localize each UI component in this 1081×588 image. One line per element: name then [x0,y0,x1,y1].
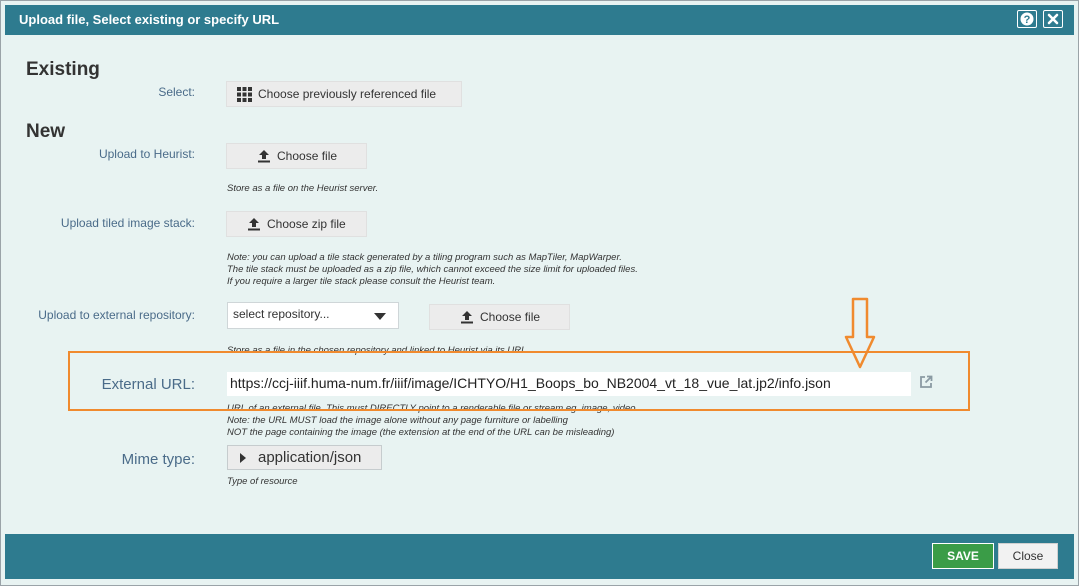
tiled-note-1: Note: you can upload a tile stack genera… [227,252,622,263]
repository-select[interactable]: select repository... [227,302,399,329]
dialog-footer: SAVE Close [5,534,1074,579]
choose-file-external-button[interactable]: Choose file [429,304,570,330]
save-button[interactable]: SAVE [932,543,994,569]
repository-select-value: select repository... [233,307,330,321]
caret-right-icon [240,452,246,463]
choose-previous-label: Choose previously referenced file [258,87,437,101]
close-button[interactable]: Close [998,543,1058,569]
grid-icon [237,86,252,102]
mime-type-label: Mime type: [121,451,195,468]
dialog-titlebar: Upload file, Select existing or specify … [5,5,1074,35]
tiled-note-2: The tile stack must be uploaded as a zip… [227,264,638,275]
upload-heurist-label: Upload to Heurist: [98,147,195,161]
choose-file-button[interactable]: Choose file [226,143,367,169]
svg-text:?: ? [1024,14,1031,26]
upload-tiled-label: Upload tiled image stack: [60,216,195,230]
dialog-title: Upload file, Select existing or specify … [19,12,280,27]
close-dialog-button[interactable] [1043,10,1063,28]
upload-icon [461,311,473,324]
mime-type-value: application/json [258,449,362,466]
help-icon: ? [1020,12,1034,26]
close-icon [1047,13,1059,25]
help-button[interactable]: ? [1017,10,1037,28]
upload-heurist-note: Store as a file on the Heurist server. [227,183,379,194]
mime-type-note: Type of resource [227,476,298,487]
tiled-note-3: If you require a larger tile stack pleas… [227,276,496,287]
existing-heading: Existing [26,59,100,80]
choose-zip-label: Choose zip file [267,217,346,231]
mime-type-toggle[interactable]: application/json [227,445,382,470]
choose-file-external-label: Choose file [480,310,541,324]
choose-file-label: Choose file [277,149,338,163]
upload-icon [248,218,260,231]
choose-zip-button[interactable]: Choose zip file [226,211,367,237]
upload-icon [258,150,270,163]
external-url-note-3: NOT the page containing the image (the e… [227,427,615,438]
choose-previous-file-button[interactable]: Choose previously referenced file [226,81,462,107]
highlight-box [68,351,970,411]
external-url-note-2: Note: the URL MUST load the image alone … [227,415,568,426]
down-arrow-annotation [844,297,876,369]
upload-external-label: Upload to external repository: [38,308,195,322]
chevron-down-icon [374,313,386,320]
new-heading: New [26,121,66,142]
upload-dialog: Upload file, Select existing or specify … [0,0,1079,586]
select-label: Select: [158,85,195,99]
